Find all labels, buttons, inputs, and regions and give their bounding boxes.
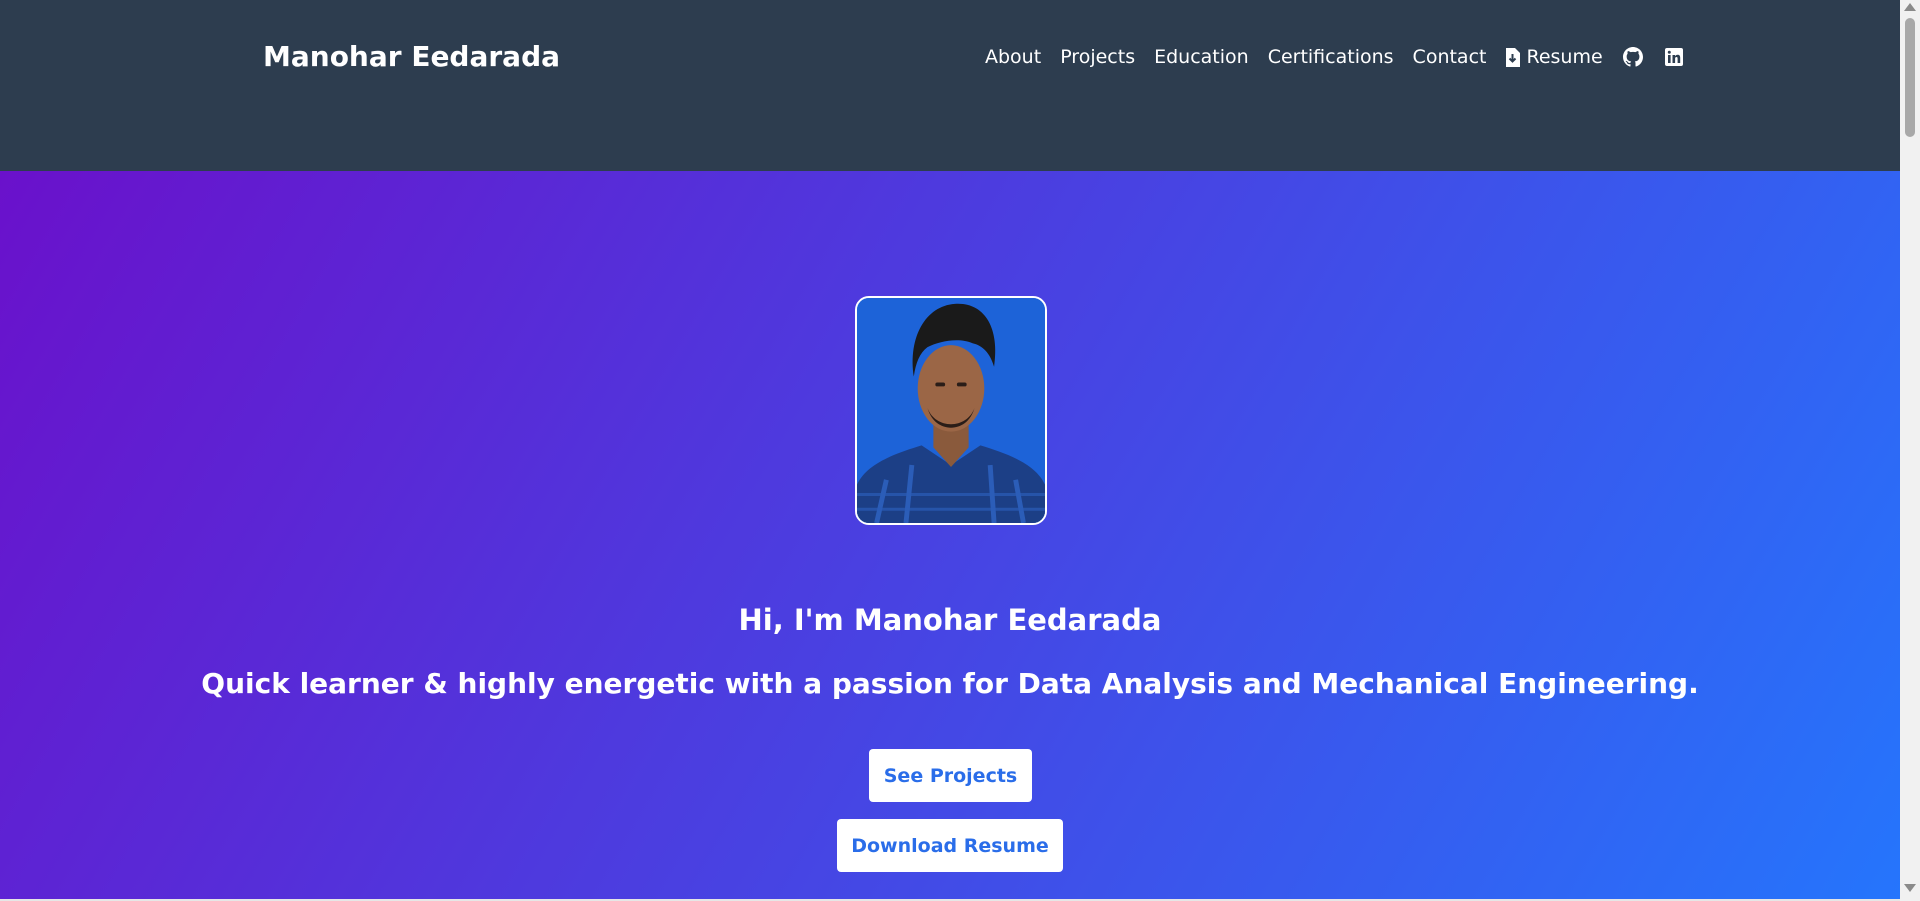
nav-link-contact[interactable]: Contact <box>1413 46 1487 68</box>
hero-title: Hi, I'm Manohar Eedarada <box>738 603 1162 637</box>
profile-photo <box>855 296 1047 525</box>
main-nav: About Projects Education Certifications … <box>985 46 1685 68</box>
nav-link-certifications[interactable]: Certifications <box>1268 46 1394 68</box>
linkedin-link[interactable] <box>1663 46 1685 68</box>
linkedin-icon <box>1664 48 1683 66</box>
scroll-down-arrow-icon[interactable] <box>1904 884 1916 892</box>
nav-link-projects[interactable]: Projects <box>1060 46 1135 68</box>
file-download-icon <box>1505 47 1521 67</box>
vertical-scrollbar[interactable] <box>1900 0 1920 901</box>
github-link[interactable] <box>1622 46 1644 68</box>
see-projects-button[interactable]: See Projects <box>869 749 1032 802</box>
download-resume-button[interactable]: Download Resume <box>837 819 1063 872</box>
nav-link-education[interactable]: Education <box>1154 46 1249 68</box>
site-brand[interactable]: Manohar Eedarada <box>263 40 560 73</box>
scrollbar-thumb[interactable] <box>1905 18 1915 137</box>
hero-subtitle: Quick learner & highly energetic with a … <box>201 667 1699 700</box>
portfolio-page: Manohar Eedarada About Projects Educatio… <box>0 0 1900 899</box>
scroll-up-arrow-icon[interactable] <box>1904 3 1916 11</box>
nav-link-resume-label: Resume <box>1526 46 1603 68</box>
hero-section: Hi, I'm Manohar Eedarada Quick learner &… <box>0 171 1900 899</box>
site-header: Manohar Eedarada About Projects Educatio… <box>0 0 1900 171</box>
nav-link-resume[interactable]: Resume <box>1505 46 1603 68</box>
nav-link-about[interactable]: About <box>985 46 1041 68</box>
github-icon <box>1622 47 1643 67</box>
